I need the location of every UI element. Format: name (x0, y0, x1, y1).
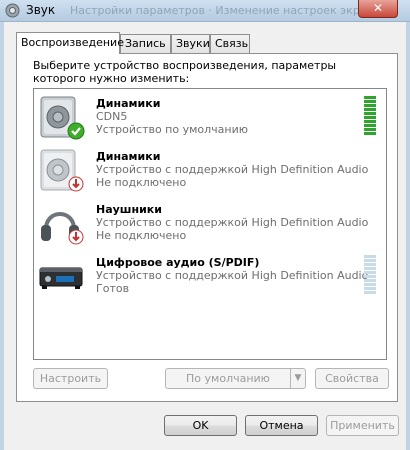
device-name: Цифровое аудио (S/PDIF) (96, 256, 260, 269)
cancel-button[interactable]: Отмена (245, 415, 318, 436)
tab-recording[interactable]: Запись (120, 34, 171, 53)
meter-segment (364, 100, 376, 103)
apply-button[interactable]: Применить (326, 415, 399, 436)
device-status: Устройство по умолчанию (96, 123, 249, 136)
meter-segment (364, 259, 376, 262)
ok-button[interactable]: OK (164, 415, 237, 436)
device-name: Наушники (96, 203, 162, 216)
instruction-text: Выберите устройство воспроизведения, пар… (33, 59, 337, 85)
speaker-icon (40, 149, 84, 192)
meter-segment (364, 116, 376, 119)
device-name: Динамики (96, 97, 161, 110)
device-description: CDN5 (96, 110, 128, 123)
set-default-button[interactable]: По умолчанию (165, 368, 290, 389)
properties-button[interactable]: Свойства (315, 368, 389, 389)
set-default-split-button[interactable]: По умолчанию ▼ (165, 368, 306, 389)
device-description: Устройство с поддержкой High Definition … (96, 163, 369, 176)
device-status: Не подключено (96, 229, 187, 242)
meter-segment (364, 128, 376, 131)
meter-segment (364, 96, 376, 99)
meter-segment (364, 124, 376, 127)
meter-segment (364, 120, 376, 123)
meter-segment (364, 275, 376, 278)
meter-segment (364, 279, 376, 282)
volume-level-meter (364, 96, 376, 136)
meter-segment (364, 283, 376, 286)
spdif-device-icon (39, 267, 83, 289)
device-item[interactable]: Динамики CDN5 Устройство по умолчанию (34, 91, 386, 143)
close-button[interactable]: ✕ (358, 0, 398, 18)
headphones-icon (41, 212, 84, 245)
device-name: Динамики (96, 150, 161, 163)
default-check-icon (67, 122, 85, 140)
meter-segment (364, 271, 376, 274)
tab-playback[interactable]: Воспроизведение (16, 32, 124, 54)
tab-sounds[interactable]: Звуки (171, 34, 210, 53)
device-status: Готов (96, 282, 130, 295)
device-description: Устройство с поддержкой High Definition … (96, 269, 369, 282)
meter-segment (364, 263, 376, 266)
chevron-down-icon[interactable]: ▼ (290, 368, 306, 389)
meter-segment (364, 132, 376, 135)
window-title: Звук (26, 3, 56, 17)
device-item[interactable]: Наушники Устройство с поддержкой High De… (34, 197, 386, 249)
device-status: Не подключено (96, 176, 187, 189)
meter-segment (364, 255, 376, 258)
sound-app-icon (5, 3, 20, 18)
device-item[interactable]: Цифровое аудио (S/PDIF) Устройство с под… (34, 250, 386, 302)
configure-button[interactable]: Настроить (33, 368, 108, 389)
dialog-body: Воспроизведение Запись Звуки Связь Выбер… (0, 22, 410, 450)
device-description: Устройство с поддержкой High Definition … (96, 216, 369, 229)
volume-level-meter (364, 255, 376, 295)
meter-segment (364, 287, 376, 290)
meter-segment (364, 267, 376, 270)
meter-segment (364, 291, 376, 294)
device-item[interactable]: Динамики Устройство с поддержкой High De… (34, 144, 386, 196)
tab-communications[interactable]: Связь (210, 34, 250, 53)
title-bar[interactable]: Звук Настройки параметров · Изменение на… (0, 0, 410, 22)
background-window-text: Настройки параметров · Изменение настрое… (70, 4, 381, 17)
speaker-icon (40, 96, 85, 140)
meter-segment (364, 108, 376, 111)
device-list[interactable]: Динамики CDN5 Устройство по умолчанию Ди… (33, 88, 387, 360)
meter-segment (364, 104, 376, 107)
playback-panel: Выберите устройство воспроизведения, пар… (16, 53, 398, 402)
meter-segment (364, 112, 376, 115)
